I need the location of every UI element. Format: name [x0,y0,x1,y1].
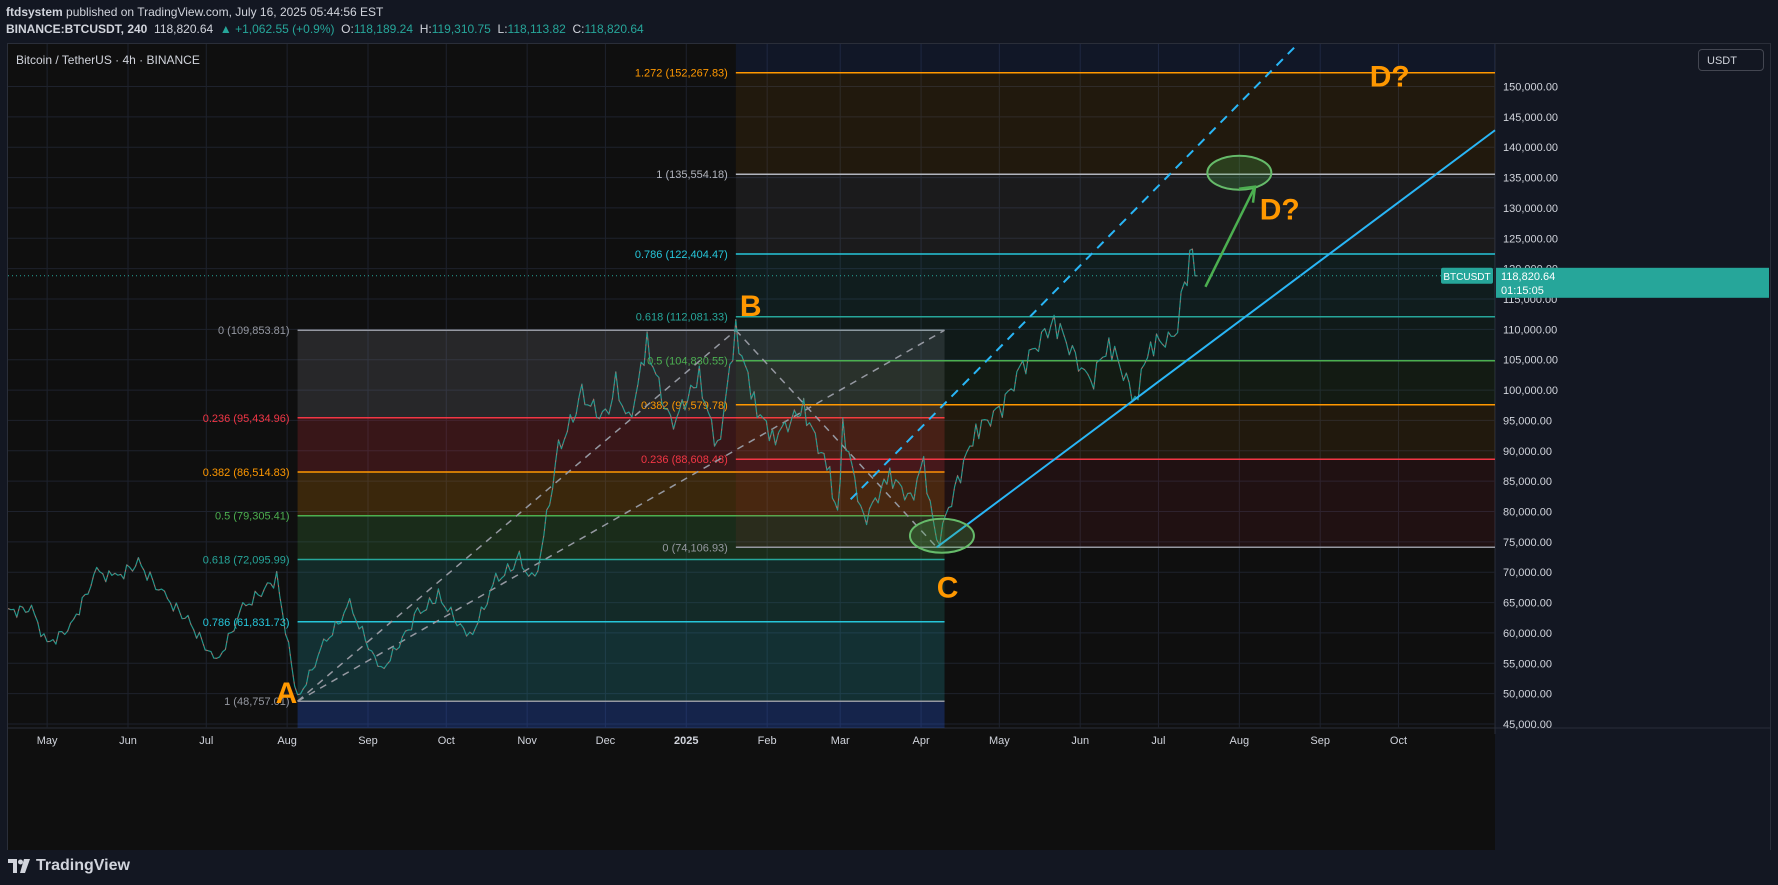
time-axis-tick: Jun [1071,735,1089,747]
time-axis-tick: Mar [831,735,850,747]
wave-label: B [740,290,762,323]
high-value: 119,310.75 [431,22,491,36]
symbol-tag-text: BTCUSDT [1443,272,1490,283]
wave-label: D? [1370,61,1410,94]
close-label: C: [572,22,585,36]
wave-label: D? [1260,194,1300,227]
wave-label: C [937,571,959,604]
time-axis-tick: Oct [1390,735,1407,747]
time-axis-tick: Dec [596,735,616,747]
time-axis-tick: Jul [1151,735,1165,747]
price-axis-tick: 90,000.00 [1503,446,1552,458]
fib-level-label: 0 (74,106.93) [662,542,727,554]
fib-level-label: 0 (109,853.81) [218,325,290,337]
change-value: ▲ +1,062.55 (+0.9%) [219,22,335,36]
time-axis-tick: Sep [358,735,378,747]
price-axis-tick: 145,000.00 [1503,112,1558,124]
wave-label: A [276,677,298,710]
time-axis-tick: Oct [438,735,455,747]
price-axis-tick: 45,000.00 [1503,719,1552,731]
time-axis-tick: Aug [277,735,297,747]
header-bar: ftdsystem published on TradingView.com, … [0,0,1778,42]
price-axis-tick: 110,000.00 [1503,324,1557,336]
high-label: H: [419,22,432,36]
tradingview-logo[interactable]: TradingView [8,857,130,875]
price-axis-tick: 75,000.00 [1503,537,1552,549]
time-axis-tick: Aug [1230,735,1250,747]
fib-level-label: 0.786 (122,404.47) [635,249,728,261]
fib-zone [735,459,1495,548]
price-axis-tick: 95,000.00 [1503,415,1552,427]
target-ellipse-c [908,517,975,554]
time-axis-tick: Nov [517,735,537,747]
fib-level-label: 0.236 (88,608.48) [641,454,728,466]
footer-bar: TradingView [0,850,1778,885]
time-axis-tick: Sep [1310,735,1330,747]
tradingview-logo-text: TradingView [36,857,130,874]
fib-zone [297,559,945,622]
price-axis-tick: 125,000.00 [1503,233,1558,245]
price-axis-tick: 85,000.00 [1503,476,1552,488]
fib-level-label: 0.236 (95,434.96) [203,413,290,425]
fib-level-label: 0.5 (79,305.41) [215,511,290,523]
price-axis-tick: 130,000.00 [1503,203,1558,215]
price-tag-countdown: 01:15:05 [1501,285,1544,297]
fib-level-label: 0.382 (86,514.83) [203,467,290,479]
price-axis-tick: 150,000.00 [1503,82,1558,94]
fib-zone [735,254,1495,317]
ohlc-line: BINANCE:BTCUSDT, 240 118,820.64 ▲ +1,062… [6,22,644,36]
time-axis-tick: Apr [913,735,930,747]
close-value: 118,820.64 [584,22,644,36]
time-axis-tick: May [989,735,1010,747]
price-axis-tick: 65,000.00 [1503,598,1552,610]
time-axis: May Jun Jul Aug Sep Oct Nov Dec 2025 Feb Mar Apr May… [37,735,1407,747]
fib-zone [735,316,1495,361]
price-axis-tick: 135,000.00 [1503,173,1558,185]
chart-panel[interactable]: 1 (48,757.01) 0.786 (61,831.73) 0.618 (72,… [7,43,1771,851]
fib-level-label: 0.786 (61,831.73) [203,617,290,629]
time-axis-tick: Jul [199,735,213,747]
price-axis-tick: 55,000.00 [1503,658,1552,670]
open-value: 118,189.24 [353,22,414,36]
symbol-label: BINANCE:BTCUSDT, 240 [6,22,148,36]
publish-line: ftdsystem published on TradingView.com, … [6,5,383,19]
price-axis-tick: 100,000.00 [1503,385,1558,397]
fib-zone-bottom [297,701,945,728]
price-tag-value: 118,820.64 [1501,271,1555,283]
fib-level-label: 1.272 (152,267.83) [635,68,728,80]
time-axis-tick: 2025 [674,735,698,747]
fib-zone [735,360,1495,405]
target-ellipse-d [1206,154,1273,191]
open-label: O: [341,22,354,36]
fib-level-label: 1 (135,554.18) [656,169,728,181]
time-axis-tick: Jun [119,735,137,747]
price-axis-tick: 50,000.00 [1503,689,1552,701]
published-text: published on TradingView.com, July 16, 2… [66,5,384,19]
price-axis-tick: 80,000.00 [1503,507,1552,519]
fib-level-label: 0.618 (72,095.99) [203,554,290,566]
currency-button[interactable]: USDT [1698,49,1764,71]
low-label: L: [497,22,508,36]
time-axis-tick: May [37,735,58,747]
price-chart[interactable]: 1 (48,757.01)0.786 (61,831.73)0.618 (72,… [8,44,1770,850]
tradingview-logo-icon [8,859,30,873]
low-value: 118,113.82 [507,22,566,36]
publisher-name[interactable]: ftdsystem [6,5,63,19]
time-axis-tick: Feb [758,735,777,747]
last-price: 118,820.64 [154,22,214,36]
price-axis-tick: 105,000.00 [1503,355,1558,367]
price-axis-tick: 140,000.00 [1503,142,1558,154]
fib-zone [297,621,945,702]
fib-level-label: 0.618 (112,081.33) [636,312,728,324]
price-axis-tick: 70,000.00 [1503,567,1552,579]
chart-symbol-title: Bitcoin / TetherUS · 4h · BINANCE [16,53,200,67]
fib-level-label: 0.5 (104,830.55) [647,356,728,368]
price-axis-tick: 60,000.00 [1503,628,1552,640]
fib-extension-bc: 0 (74,106.93)0.236 (88,608.48)0.382 (97,… [635,44,1495,554]
